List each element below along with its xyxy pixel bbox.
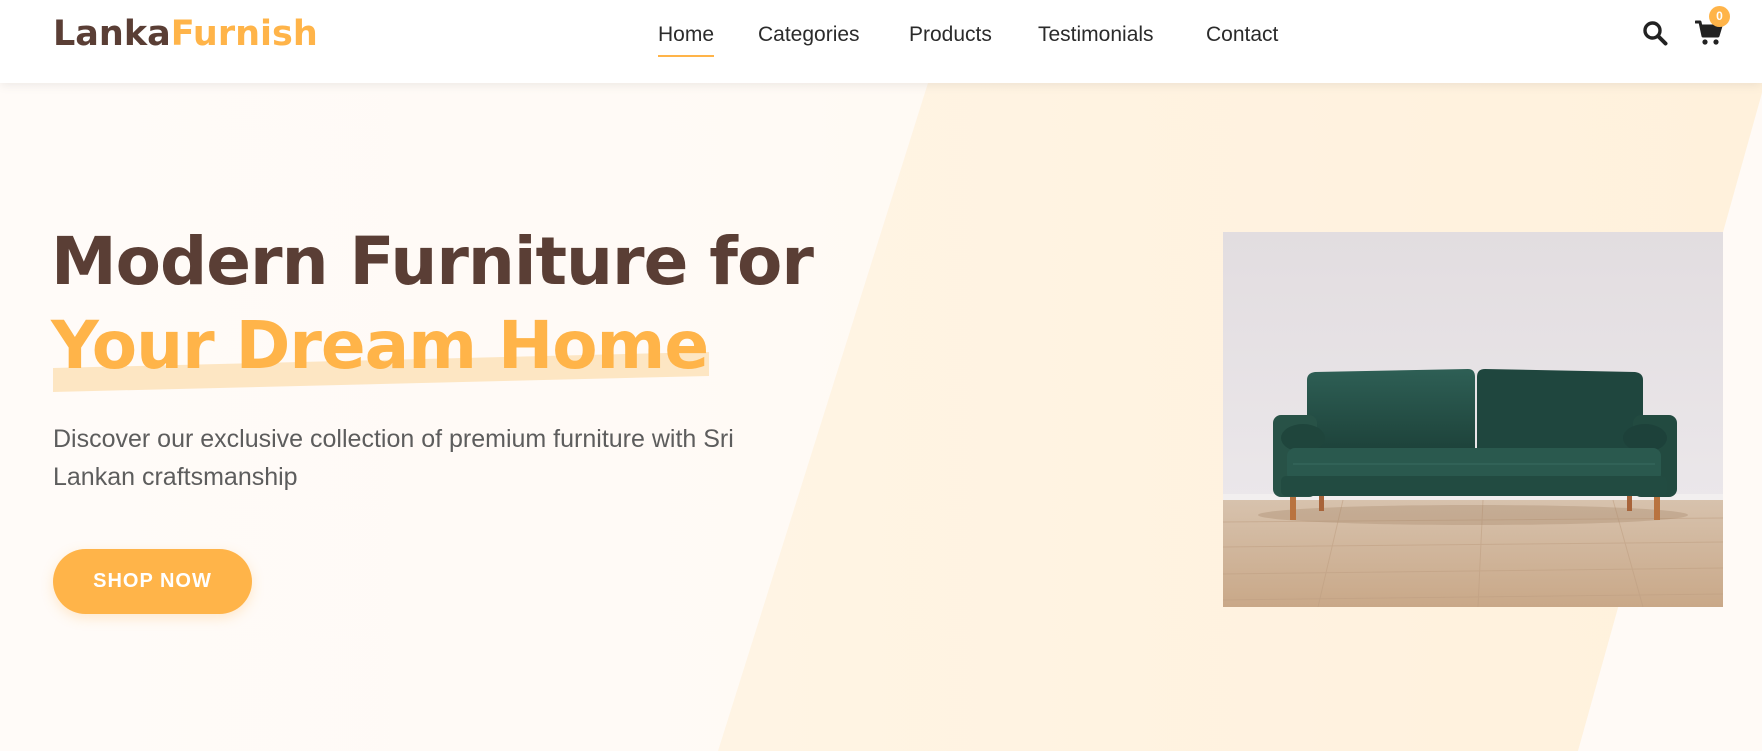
hero-headline-line2-wrapper: Your Dream Home [51,306,709,393]
nav-item-products[interactable]: Products [909,18,992,52]
nav-item-home[interactable]: Home [658,18,715,57]
nav-item-categories[interactable]: Categories [758,18,860,52]
search-icon[interactable] [1642,20,1668,46]
hero-headline-line1: Modern Furniture for [51,223,814,300]
nav-item-testimonials[interactable]: Testimonials [1038,18,1154,52]
hero-subtitle: Discover our exclusive collection of pre… [53,425,734,491]
brand-logo[interactable]: LankaFurnish [53,12,318,56]
brand-name-part1: Lanka [53,14,171,54]
hero-headline-line2: Your Dream Home [51,307,709,384]
site-header: LankaFurnish Home Categories Products Te… [0,0,1762,83]
hero-sofa-image [1223,232,1723,607]
brand-name-part2: Furnish [170,14,318,54]
cart-count-badge: 0 [1709,6,1730,27]
shop-now-button[interactable]: SHOP NOW [53,549,252,614]
nav-item-contact[interactable]: Contact [1206,18,1278,52]
